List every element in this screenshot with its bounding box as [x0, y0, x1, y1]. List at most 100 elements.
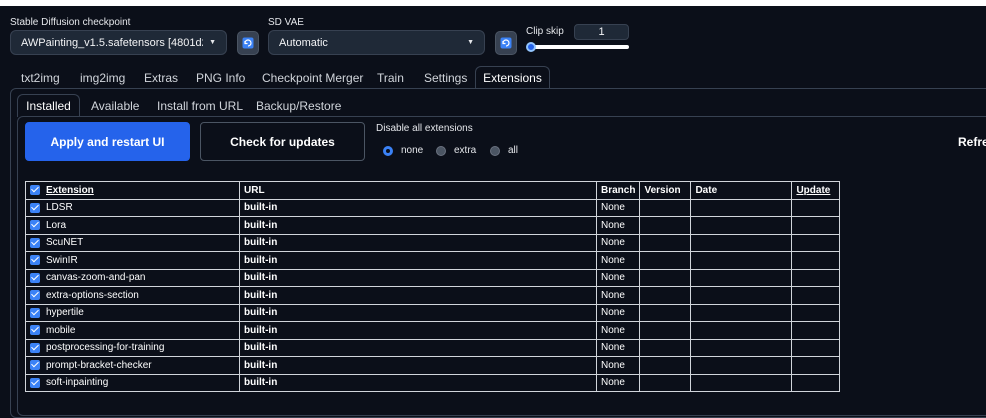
table-row: Lora built-in None [25, 216, 841, 235]
checkpoint-value: AWPainting_v1.5.safetensors [4801d2b3d8 [21, 36, 203, 49]
clip-skip-slider[interactable] [527, 45, 629, 49]
extension-cell: hypertile [25, 303, 240, 322]
version-cell [639, 321, 692, 340]
url-cell: built-in [239, 198, 597, 217]
checkbox-checked-icon[interactable] [30, 325, 40, 336]
header-version: Version [639, 181, 692, 200]
checkbox-checked-icon[interactable] [30, 185, 40, 196]
date-cell [690, 198, 793, 217]
version-cell [639, 303, 692, 322]
refresh-button[interactable]: Refres [958, 135, 986, 149]
checkbox-checked-icon[interactable] [30, 237, 40, 248]
tab-txt2img[interactable]: txt2img [21, 71, 60, 85]
radio-unselected-icon [490, 145, 500, 156]
header-update[interactable]: Update [791, 181, 841, 200]
extension-cell: Lora [25, 216, 240, 235]
update-cell [791, 321, 841, 340]
date-cell [690, 356, 793, 375]
checkbox-checked-icon[interactable] [30, 290, 40, 301]
subtab-installed[interactable]: Installed [17, 94, 80, 117]
header-date: Date [690, 181, 793, 200]
branch-cell: None [595, 356, 641, 375]
chevron-down-icon: ▼ [467, 39, 474, 46]
disable-extensions-label: Disable all extensions [376, 123, 473, 134]
url-cell: built-in [239, 251, 597, 270]
extension-name: postprocessing-for-training [46, 342, 165, 354]
clip-skip-input[interactable]: 1 [574, 24, 629, 40]
branch-cell: None [595, 321, 641, 340]
radio-none[interactable]: none [383, 145, 423, 156]
apply-restart-button[interactable]: Apply and restart UI [25, 122, 190, 161]
update-cell [791, 251, 841, 270]
radio-all[interactable]: all [490, 145, 518, 156]
version-cell [639, 373, 692, 392]
refresh-vae-button[interactable] [495, 31, 517, 55]
update-cell [791, 303, 841, 322]
radio-selected-icon [383, 145, 393, 156]
header-url: URL [239, 181, 597, 200]
date-cell [690, 268, 793, 287]
version-cell [639, 233, 692, 252]
checkbox-checked-icon[interactable] [30, 360, 40, 371]
date-cell [690, 321, 793, 340]
date-cell [690, 251, 793, 270]
version-cell [639, 356, 692, 375]
clip-skip-slider-handle[interactable] [526, 42, 536, 52]
tab-img2img[interactable]: img2img [80, 71, 125, 85]
url-cell: built-in [239, 233, 597, 252]
checkbox-checked-icon[interactable] [30, 307, 40, 318]
checkbox-checked-icon[interactable] [30, 255, 40, 266]
branch-cell: None [595, 373, 641, 392]
checkbox-checked-icon[interactable] [30, 220, 40, 231]
extension-cell: mobile [25, 321, 240, 340]
url-cell: built-in [239, 303, 597, 322]
branch-cell: None [595, 198, 641, 217]
branch-cell: None [595, 268, 641, 287]
version-cell [639, 268, 692, 287]
tab-checkpoint-merger[interactable]: Checkpoint Merger [262, 71, 363, 85]
checkpoint-dropdown[interactable]: AWPainting_v1.5.safetensors [4801d2b3d8 … [10, 30, 227, 55]
refresh-checkpoint-button[interactable] [237, 31, 259, 55]
subtab-available[interactable]: Available [91, 99, 139, 113]
tab-train[interactable]: Train [377, 71, 404, 85]
radio-unselected-icon [436, 145, 446, 156]
table-row: prompt-bracket-checker built-in None [25, 356, 841, 375]
tab-png-info[interactable]: PNG Info [196, 71, 245, 85]
checkbox-checked-icon[interactable] [30, 377, 40, 388]
extension-cell: soft-inpainting [25, 373, 240, 392]
checkbox-checked-icon[interactable] [30, 202, 40, 213]
checkbox-checked-icon[interactable] [30, 272, 40, 283]
version-cell [639, 338, 692, 357]
extension-name: LDSR [46, 202, 73, 214]
subtab-backup-restore[interactable]: Backup/Restore [256, 99, 341, 113]
tab-extras[interactable]: Extras [144, 71, 178, 85]
checkbox-checked-icon[interactable] [30, 342, 40, 353]
date-cell [690, 233, 793, 252]
chevron-down-icon: ▼ [209, 39, 216, 46]
radio-extra[interactable]: extra [436, 145, 476, 156]
tab-extensions[interactable]: Extensions [475, 66, 550, 89]
vae-value: Automatic [279, 36, 328, 49]
branch-cell: None [595, 233, 641, 252]
extension-name: Lora [46, 219, 67, 231]
clip-skip-label: Clip skip [526, 26, 564, 37]
subtab-install-from-url[interactable]: Install from URL [157, 99, 243, 113]
subtab-installed-label: Installed [26, 99, 71, 113]
table-row: LDSR built-in None [25, 198, 841, 217]
vae-dropdown[interactable]: Automatic ▼ [268, 30, 485, 55]
extension-cell: ScuNET [25, 233, 240, 252]
check-updates-button[interactable]: Check for updates [200, 122, 365, 161]
table-row: canvas-zoom-and-pan built-in None [25, 268, 841, 287]
table-row: mobile built-in None [25, 321, 841, 340]
extension-cell: extra-options-section [25, 286, 240, 305]
header-extension[interactable]: Extension [25, 181, 240, 200]
tab-extensions-label: Extensions [483, 71, 542, 85]
tab-settings[interactable]: Settings [424, 71, 467, 85]
refresh-icon [242, 37, 254, 49]
extension-name: mobile [46, 324, 76, 336]
update-cell [791, 268, 841, 287]
table-row: postprocessing-for-training built-in None [25, 338, 841, 357]
url-cell: built-in [239, 286, 597, 305]
extension-cell: postprocessing-for-training [25, 338, 240, 357]
date-cell [690, 338, 793, 357]
